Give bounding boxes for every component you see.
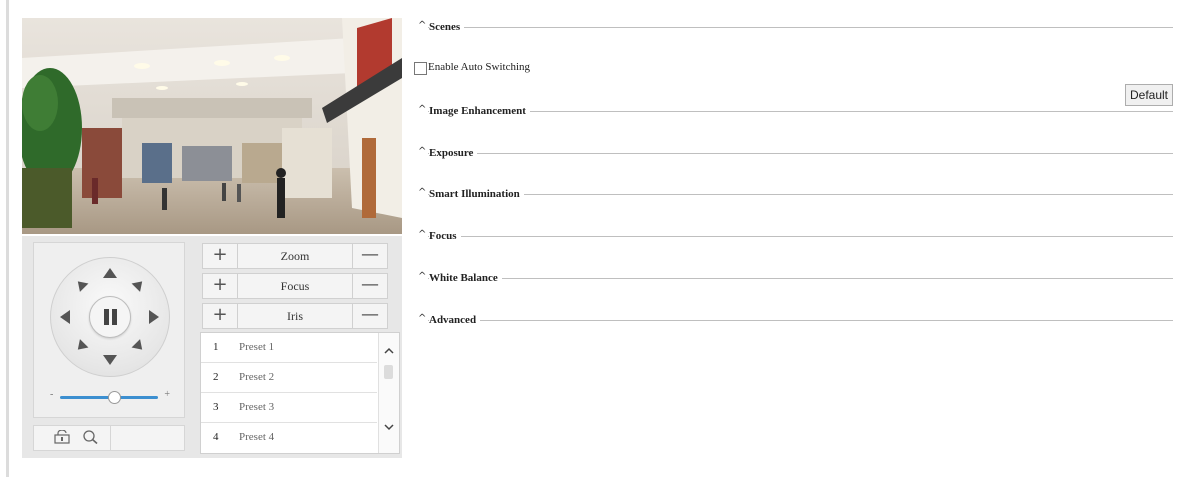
pan-up-left-icon[interactable]	[73, 277, 89, 292]
collapse-caret-icon[interactable]: ^	[418, 187, 426, 198]
section-title: Image Enhancement	[429, 105, 530, 117]
toolbar-separator	[110, 426, 111, 450]
iris-label: Iris	[287, 309, 303, 323]
section-title: Exposure	[429, 147, 478, 159]
pan-right-icon[interactable]	[149, 310, 159, 324]
pan-down-icon[interactable]	[103, 355, 117, 365]
direction-ring	[50, 257, 170, 377]
section-title: Focus	[429, 230, 461, 242]
ptz-toolbar	[33, 425, 185, 451]
section-divider	[428, 236, 1173, 237]
focus-minus-button[interactable]: —	[352, 274, 387, 298]
pan-down-right-icon[interactable]	[131, 339, 147, 354]
chevron-up-icon[interactable]	[383, 345, 395, 357]
section-divider	[428, 278, 1173, 279]
section-title: Scenes	[429, 21, 465, 33]
preset-name: Preset 4	[239, 431, 275, 443]
default-button[interactable]: Default	[1125, 84, 1173, 106]
speed-minus-label: -	[50, 389, 54, 400]
chevron-down-icon[interactable]	[383, 421, 395, 433]
section-divider	[428, 27, 1173, 28]
collapse-caret-icon[interactable]: ^	[418, 104, 426, 115]
section-image-enhancement[interactable]: ^ Image Enhancement	[414, 104, 1173, 120]
focus-plus-button[interactable]: +	[203, 274, 238, 298]
preset-name: Preset 2	[239, 371, 275, 383]
pan-up-right-icon[interactable]	[131, 277, 147, 292]
section-divider	[428, 111, 1173, 112]
zoom-icon[interactable]	[82, 430, 98, 444]
section-smart-illumination[interactable]: ^ Smart Illumination	[414, 187, 1173, 203]
focus-control: + Focus —	[202, 273, 388, 299]
section-divider	[428, 320, 1173, 321]
speed-slider[interactable]: - +	[46, 389, 172, 405]
preset-scrollbar[interactable]	[378, 333, 399, 453]
preset-number: 1	[213, 341, 219, 353]
zoom-label: Zoom	[280, 249, 310, 263]
preset-number: 4	[213, 431, 219, 443]
pan-down-left-icon[interactable]	[73, 339, 89, 354]
preset-name: Preset 3	[239, 401, 275, 413]
zoom-in-button[interactable]: +	[203, 244, 238, 268]
speed-knob[interactable]	[107, 391, 121, 404]
enable-auto-switching-label: Enable Auto Switching	[428, 61, 531, 73]
section-divider	[428, 194, 1173, 195]
zoom-out-button[interactable]: —	[352, 244, 387, 268]
pan-left-icon[interactable]	[60, 310, 70, 324]
enable-auto-switching-checkbox[interactable]	[414, 62, 427, 75]
preset-row[interactable]: 1 Preset 1	[201, 333, 377, 363]
left-divider	[6, 0, 9, 477]
section-title: White Balance	[429, 272, 502, 284]
iris-control: + Iris —	[202, 303, 388, 329]
collapse-caret-icon[interactable]: ^	[418, 146, 426, 157]
direction-pad-panel: - +	[33, 242, 185, 418]
collapse-caret-icon[interactable]: ^	[418, 229, 426, 240]
collapse-caret-icon[interactable]: ^	[418, 271, 426, 282]
pan-up-icon[interactable]	[103, 268, 117, 278]
preset-number: 3	[213, 401, 219, 413]
focus-label: Focus	[280, 279, 310, 293]
pause-icon[interactable]	[89, 296, 131, 338]
preset-list: 1 Preset 1 2 Preset 2 3 Preset 3 4 Prese…	[200, 332, 400, 454]
preset-row[interactable]: 4 Preset 4	[201, 423, 377, 452]
speed-plus-label: +	[164, 389, 170, 400]
section-advanced[interactable]: ^ Advanced	[414, 313, 1173, 329]
mall-scene-image	[22, 18, 402, 234]
section-exposure[interactable]: ^ Exposure	[414, 146, 1173, 162]
section-scenes[interactable]: ^ Scenes	[414, 20, 1173, 36]
preset-name: Preset 1	[239, 341, 275, 353]
iris-minus-button[interactable]: —	[352, 304, 387, 328]
section-focus[interactable]: ^ Focus	[414, 229, 1173, 245]
section-white-balance[interactable]: ^ White Balance	[414, 271, 1173, 287]
section-title: Smart Illumination	[429, 188, 524, 200]
collapse-caret-icon[interactable]: ^	[418, 313, 426, 324]
section-divider	[428, 153, 1173, 154]
preset-row[interactable]: 2 Preset 2	[201, 363, 377, 393]
zoom-control: + Zoom —	[202, 243, 388, 269]
ptz-control-panel: - + + Zoom — + Focus — + Iris — 1 Preset…	[22, 236, 402, 458]
preset-number: 2	[213, 371, 219, 383]
video-preview[interactable]	[22, 18, 402, 234]
scroll-thumb[interactable]	[384, 365, 393, 379]
preset-row[interactable]: 3 Preset 3	[201, 393, 377, 423]
lock-icon[interactable]	[54, 430, 70, 444]
collapse-caret-icon[interactable]: ^	[418, 20, 426, 31]
iris-plus-button[interactable]: +	[203, 304, 238, 328]
section-title: Advanced	[429, 314, 481, 326]
